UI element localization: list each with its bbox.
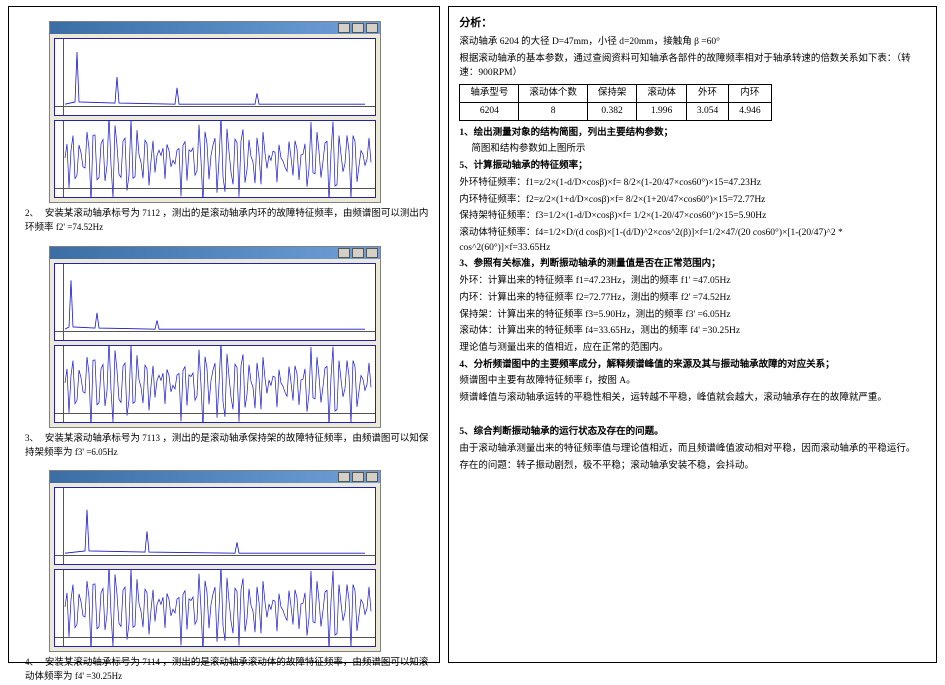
- caption-var: f4' =30.25Hz: [75, 671, 122, 681]
- caption-index: 2、: [25, 208, 39, 218]
- window-titlebar: [50, 247, 380, 259]
- th: 保持架: [587, 85, 637, 103]
- th: 外环: [686, 85, 728, 103]
- maximize-icon: [352, 23, 364, 33]
- minimize-icon: [338, 23, 350, 33]
- formula-f3: 保持架特征频率：f3=1/2×(1-d/D×cosβ)×f= 1/2×(1-20…: [459, 209, 926, 224]
- maximize-icon: [352, 248, 364, 258]
- section-3-line: 内环：计算出来的特征频率 f2=72.77Hz，测出的频率 f2' =74.52…: [459, 291, 926, 306]
- figure-2: [49, 246, 379, 428]
- caption-text-a: 安装某滚动轴承标号为: [45, 209, 142, 219]
- spectrum-window: [49, 21, 381, 203]
- bearing-id: 7113: [142, 433, 160, 443]
- section-5b-line: 存在的问题：转子振动剧烈，极不平稳；滚动轴承安装不稳，会抖动。: [459, 459, 926, 474]
- td: 0.382: [587, 102, 637, 120]
- bearing-id: 7112: [142, 208, 160, 218]
- figure-1-caption: 2、 安装某滚动轴承标号为 7112 ，测出的是滚动轴承内环的故障特征频率，由频…: [25, 207, 429, 236]
- figure-1: [49, 21, 379, 203]
- close-icon: [366, 472, 378, 482]
- section-3-line: 理论值与测量出来的值相近，应在正常的范围内。: [459, 341, 926, 356]
- figure-3: [49, 470, 379, 652]
- section-4-line: 频谱图中主要有故障特征频率 f，按图 A。: [459, 374, 926, 389]
- caption-text-a: 安装某滚动轴承标号为: [45, 658, 142, 668]
- section-5a-title: 5、计算振动轴承的特征频率；: [459, 159, 926, 174]
- section-3-line: 保持架：计算出来的特征频率 f3=5.90Hz，测出的频率 f3' =6.05H…: [459, 308, 926, 323]
- maximize-icon: [352, 472, 364, 482]
- figure-2-caption: 3、 安装某滚动轴承标号为 7113 ，测出的是滚动轴承保持架的故障特征频率，由…: [25, 432, 429, 461]
- spectrum-top-plot: [54, 263, 376, 341]
- spectrum-bottom-plot: [54, 120, 376, 198]
- th: 轴承型号: [460, 85, 519, 103]
- th: 内环: [729, 85, 771, 103]
- section-4-line: 频谱峰值与滚动轴承运转的平稳性相关，运转越不平稳，峰值就会越大，滚动轴承存在的故…: [459, 391, 926, 406]
- minimize-icon: [338, 472, 350, 482]
- intro-line-2: 根据滚动轴承的基本参数，通过查阅资料可知轴承各部件的故障频率相对于轴承转速的倍数…: [459, 52, 926, 81]
- section-3-line: 外环：计算出来的特征频率 f1=47.23Hz，测出的频率 f1' =47.05…: [459, 274, 926, 289]
- window-titlebar: [50, 22, 380, 34]
- section-1-body: 简图和结构参数如上图所示: [471, 142, 926, 157]
- minimize-icon: [338, 248, 350, 258]
- bearing-id: 7114: [142, 657, 160, 667]
- section-5b-title: 5、综合判断振动轴承的运行状态及存在的问题。: [459, 425, 926, 440]
- spectrum-window: [49, 470, 381, 652]
- caption-var: f3' =6.05Hz: [75, 447, 118, 457]
- caption-index: 4、: [25, 657, 39, 667]
- freq-ratio-table: 轴承型号 滚动体个数 保持架 滚动体 外环 内环 6204 8 0.382 1.…: [459, 84, 771, 120]
- left-column: 2、 安装某滚动轴承标号为 7112 ，测出的是滚动轴承内环的故障特征频率，由频…: [8, 6, 440, 663]
- caption-text-a: 安装某滚动轴承标号为: [45, 434, 142, 444]
- td: 8: [519, 102, 588, 120]
- section-1-title: 1、绘出测量对象的结构简图，列出主要结构参数；: [459, 126, 926, 141]
- td: 3.054: [686, 102, 728, 120]
- figure-3-caption: 4、 安装某滚动轴承标号为 7114 ，测出的是滚动轴承滚动体的故障特征频率，由…: [25, 656, 429, 685]
- section-4-title: 4、分析频谱图中的主要频率成分，解释频谱峰值的来源及其与振动轴承故障的对应关系；: [459, 358, 926, 373]
- formula-f2: 内环特征频率：f2=z/2×(1+d/D×cosβ)×f= 8/2×(1+20/…: [459, 193, 926, 208]
- td: 4.946: [729, 102, 771, 120]
- spectrum-window: [49, 246, 381, 428]
- close-icon: [366, 23, 378, 33]
- th: 滚动体: [637, 85, 687, 103]
- section-3-title: 3、参照有关标准，判断振动轴承的测量值是否在正常范围内；: [459, 257, 926, 272]
- analysis-heading: 分析：: [459, 15, 926, 32]
- caption-var: f2' =74.52Hz: [56, 222, 103, 232]
- td: 1.996: [637, 102, 687, 120]
- formula-f1: 外环特征频率：f1=z/2×(1-d/D×cosβ)×f= 8/2×(1-20/…: [459, 176, 926, 191]
- table-row: 轴承型号 滚动体个数 保持架 滚动体 外环 内环: [460, 85, 771, 103]
- caption-index: 3、: [25, 433, 39, 443]
- section-5b-line: 由于滚动轴承测量出来的特征频率值与理论值相近，而且频谱峰值波动相对平稳，因而滚动…: [459, 442, 926, 457]
- right-column: 分析： 滚动轴承 6204 的大径 D=47mm，小径 d=20mm，接触角 β…: [448, 6, 937, 663]
- window-titlebar: [50, 471, 380, 483]
- spectrum-bottom-plot: [54, 345, 376, 423]
- table-row: 6204 8 0.382 1.996 3.054 4.946: [460, 102, 771, 120]
- spectrum-bottom-plot: [54, 569, 376, 647]
- close-icon: [366, 248, 378, 258]
- spectrum-top-plot: [54, 38, 376, 116]
- intro-line-1: 滚动轴承 6204 的大径 D=47mm，小径 d=20mm，接触角 β =60…: [459, 35, 926, 50]
- th: 滚动体个数: [519, 85, 588, 103]
- formula-f4: 滚动体特征频率：f4=1/2×D/(d cosβ)×[1-(d/D)^2×cos…: [459, 226, 926, 255]
- section-3-line: 滚动体：计算出来的特征频率 f4=33.65Hz，测出的频率 f4' =30.2…: [459, 324, 926, 339]
- td: 6204: [460, 102, 519, 120]
- spectrum-top-plot: [54, 487, 376, 565]
